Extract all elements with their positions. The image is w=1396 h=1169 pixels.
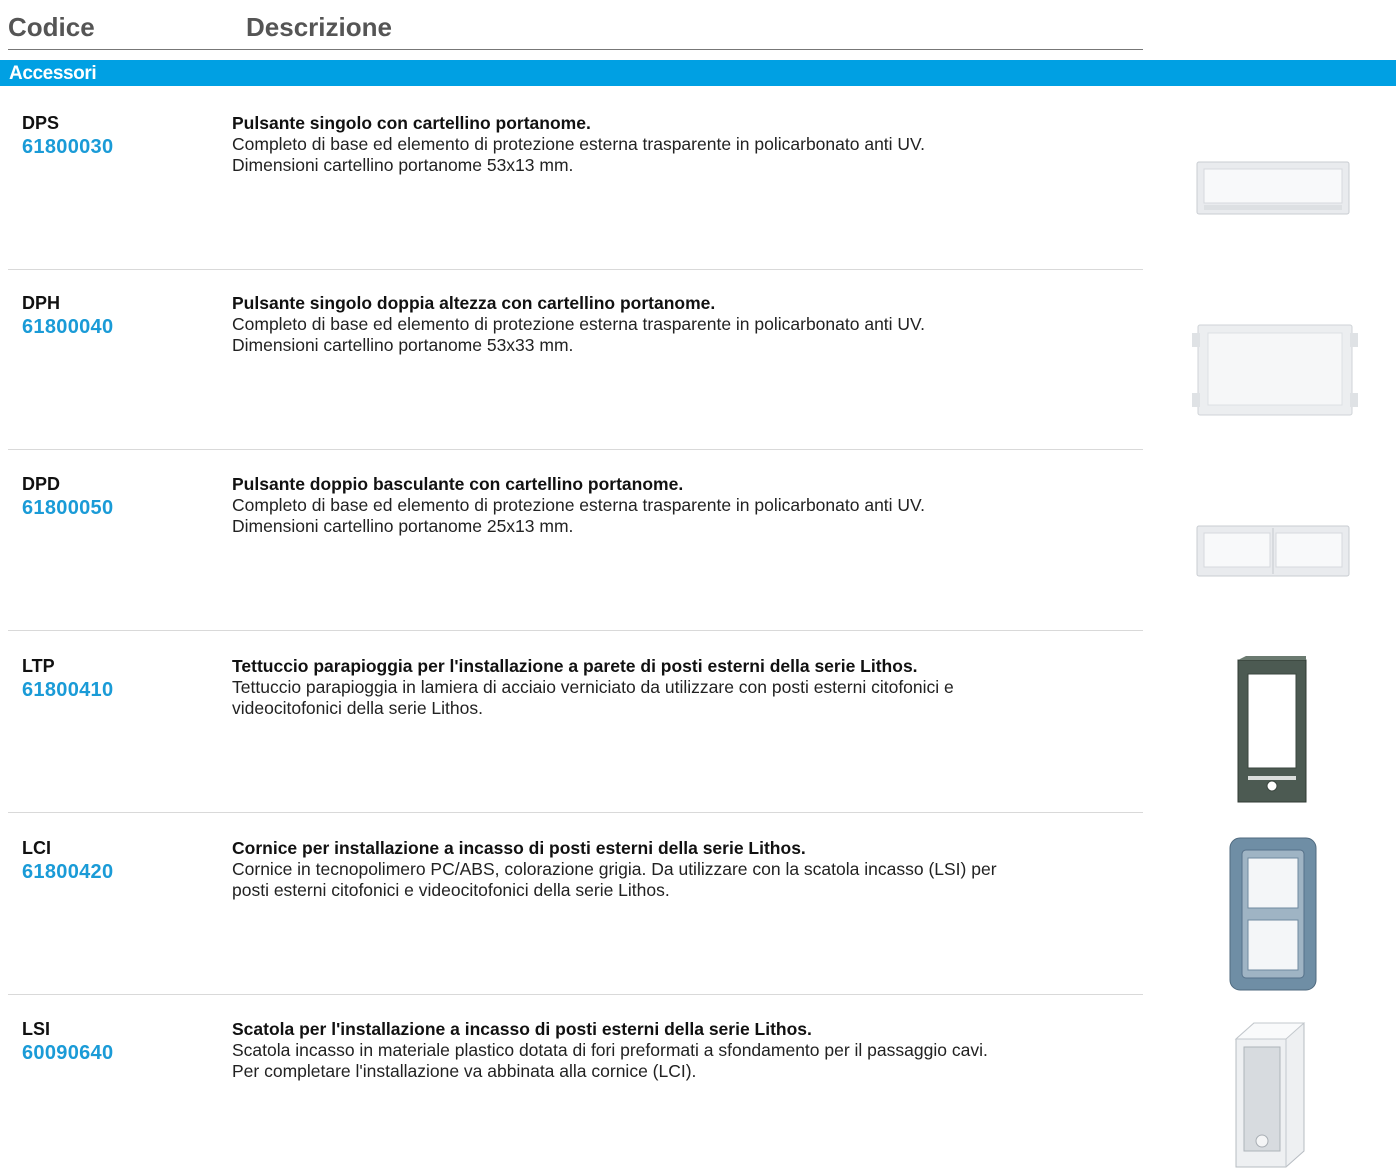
product-description: Completo di base ed elemento di protezio… <box>232 495 925 536</box>
rain-canopy-image <box>1237 656 1307 803</box>
product-code: LSI <box>22 1019 51 1039</box>
row-divider <box>8 994 1143 995</box>
product-row: LTP 61800410 Tettuccio parapioggia per l… <box>0 656 1396 813</box>
row-divider <box>8 630 1143 631</box>
column-header-code: Codice <box>8 12 95 42</box>
product-row: DPD 61800050 Pulsante doppio basculante … <box>0 474 1396 631</box>
product-title: Pulsante singolo con cartellino portanom… <box>232 113 591 133</box>
product-row: LCI 61800420 Cornice per installazione a… <box>0 837 1396 995</box>
single-button-image <box>1196 161 1350 215</box>
column-header-description: Descrizione <box>246 12 392 42</box>
article-number: 60090640 <box>22 1042 114 1064</box>
product-code: LCI <box>22 838 51 858</box>
row-divider <box>8 269 1143 270</box>
section-header: Accessori <box>0 60 1396 86</box>
flush-mount-frame-image <box>1229 837 1317 991</box>
article-number: 61800050 <box>22 497 114 519</box>
product-title: Tettuccio parapioggia per l'installazion… <box>232 656 918 676</box>
product-description: Completo di base ed elemento di protezio… <box>232 134 925 175</box>
product-title: Scatola per l'installazione a incasso di… <box>232 1019 812 1039</box>
table-header: Codice Descrizione <box>0 0 1396 52</box>
product-description: Tettuccio parapioggia in lamiera di acci… <box>232 677 954 718</box>
product-title: Pulsante doppio basculante con cartellin… <box>232 474 684 494</box>
product-code: DPS <box>22 113 60 133</box>
product-row: LSI 60090640 Scatola per l'installazione… <box>0 1019 1396 1169</box>
product-code: DPD <box>22 474 61 494</box>
product-row: DPS 61800030 Pulsante singolo con cartel… <box>0 113 1396 270</box>
product-description: Cornice in tecnopolimero PC/ABS, coloraz… <box>232 859 997 900</box>
product-code: LTP <box>22 656 55 676</box>
article-number: 61800420 <box>22 861 114 883</box>
row-divider <box>8 449 1143 450</box>
section-title: Accessori <box>9 63 97 84</box>
flush-mount-box-image <box>1234 1022 1306 1168</box>
product-code: DPH <box>22 293 61 313</box>
product-row: DPH 61800040 Pulsante singolo doppia alt… <box>0 293 1396 450</box>
product-description: Scatola incasso in materiale plastico do… <box>232 1040 988 1081</box>
article-number: 61800040 <box>22 316 114 338</box>
article-number: 61800410 <box>22 679 114 701</box>
product-title: Cornice per installazione a incasso di p… <box>232 838 806 858</box>
header-divider <box>8 49 1143 50</box>
double-rocker-button-image <box>1196 525 1350 577</box>
product-title: Pulsante singolo doppia altezza con cart… <box>232 293 716 313</box>
article-number: 61800030 <box>22 136 114 158</box>
double-height-button-image <box>1192 324 1358 416</box>
product-description: Completo di base ed elemento di protezio… <box>232 314 925 355</box>
row-divider <box>8 812 1143 813</box>
